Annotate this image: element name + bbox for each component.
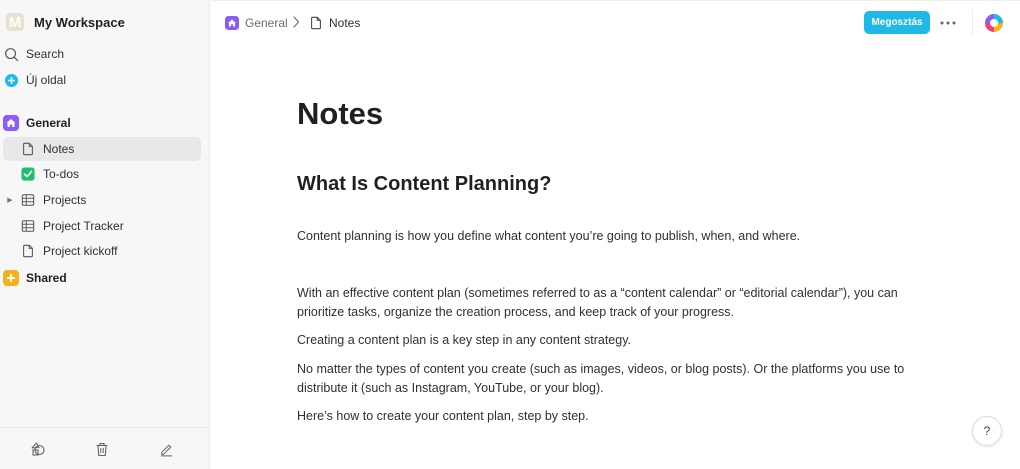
chevron-right-icon	[293, 16, 300, 28]
sidebar-item-label: Projects	[43, 193, 87, 207]
sidebar-footer	[0, 427, 209, 469]
paragraph[interactable]: Here’s how to create your content plan, …	[297, 407, 927, 426]
home-icon	[225, 16, 239, 30]
trash-icon[interactable]	[93, 440, 111, 458]
table-icon	[20, 218, 36, 234]
paragraph[interactable]: Content planning is how you define what …	[297, 227, 927, 246]
table-icon	[20, 192, 36, 208]
sidebar-item-todos[interactable]: To-dos	[3, 162, 201, 186]
breadcrumb-label: General	[245, 16, 288, 30]
workspace-switcher[interactable]: M My Workspace	[6, 12, 125, 32]
ellipsis-icon[interactable]	[939, 14, 957, 32]
section-label-general: General	[26, 116, 71, 130]
page-icon	[20, 141, 36, 157]
page-icon	[20, 243, 36, 259]
home-icon	[3, 115, 19, 131]
breadcrumb-general[interactable]: General	[225, 13, 288, 33]
sidebar-section-general[interactable]: General	[3, 111, 201, 135]
document-heading[interactable]: What Is Content Planning?	[297, 173, 551, 196]
new-page-label: Új oldal	[26, 73, 67, 87]
checkbox-icon	[20, 166, 36, 182]
sidebar-item-label: Notes	[43, 142, 75, 156]
workspace-name: My Workspace	[34, 14, 125, 30]
help-button[interactable]: ?	[972, 416, 1002, 446]
shared-plus-icon	[3, 270, 19, 286]
sidebar-item-label: Project Tracker	[43, 219, 124, 233]
breadcrumb-notes[interactable]: Notes	[309, 13, 360, 33]
paragraph[interactable]: Creating a content plan is a key step in…	[297, 331, 927, 350]
paragraph[interactable]: With an effective content plan (sometime…	[297, 284, 927, 322]
header-divider	[972, 9, 973, 35]
templates-icon[interactable]	[29, 440, 47, 458]
search-label: Search	[26, 47, 65, 61]
sidebar: M My Workspace Search Új oldal General N…	[0, 0, 210, 469]
page-title[interactable]: Notes	[297, 96, 383, 132]
sidebar-item-label: Project kickoff	[43, 244, 118, 258]
search-icon	[3, 46, 19, 62]
paragraph[interactable]: No matter the types of content you creat…	[297, 360, 927, 398]
sidebar-item-project-kickoff[interactable]: Project kickoff	[3, 239, 201, 263]
workspace-avatar: M	[6, 13, 24, 31]
sidebar-item-notes[interactable]: Notes	[3, 137, 201, 161]
breadcrumb-label: Notes	[329, 16, 361, 30]
share-button[interactable]: Megosztás	[864, 11, 930, 34]
sidebar-item-project-tracker[interactable]: Project Tracker	[3, 214, 201, 238]
search-button[interactable]: Search	[3, 42, 201, 66]
page-icon	[309, 16, 323, 30]
sidebar-item-label: To-dos	[43, 167, 80, 181]
sidebar-section-shared[interactable]: Shared	[3, 266, 201, 290]
app-logo-icon[interactable]	[984, 13, 1004, 33]
sidebar-item-projects[interactable]: Projects	[3, 188, 201, 212]
top-bar: General Notes Megosztás	[211, 0, 1020, 44]
new-page-button[interactable]: Új oldal	[3, 68, 201, 92]
section-label-shared: Shared	[26, 271, 67, 285]
plus-circle-icon	[3, 72, 19, 88]
edit-icon[interactable]	[157, 440, 175, 458]
